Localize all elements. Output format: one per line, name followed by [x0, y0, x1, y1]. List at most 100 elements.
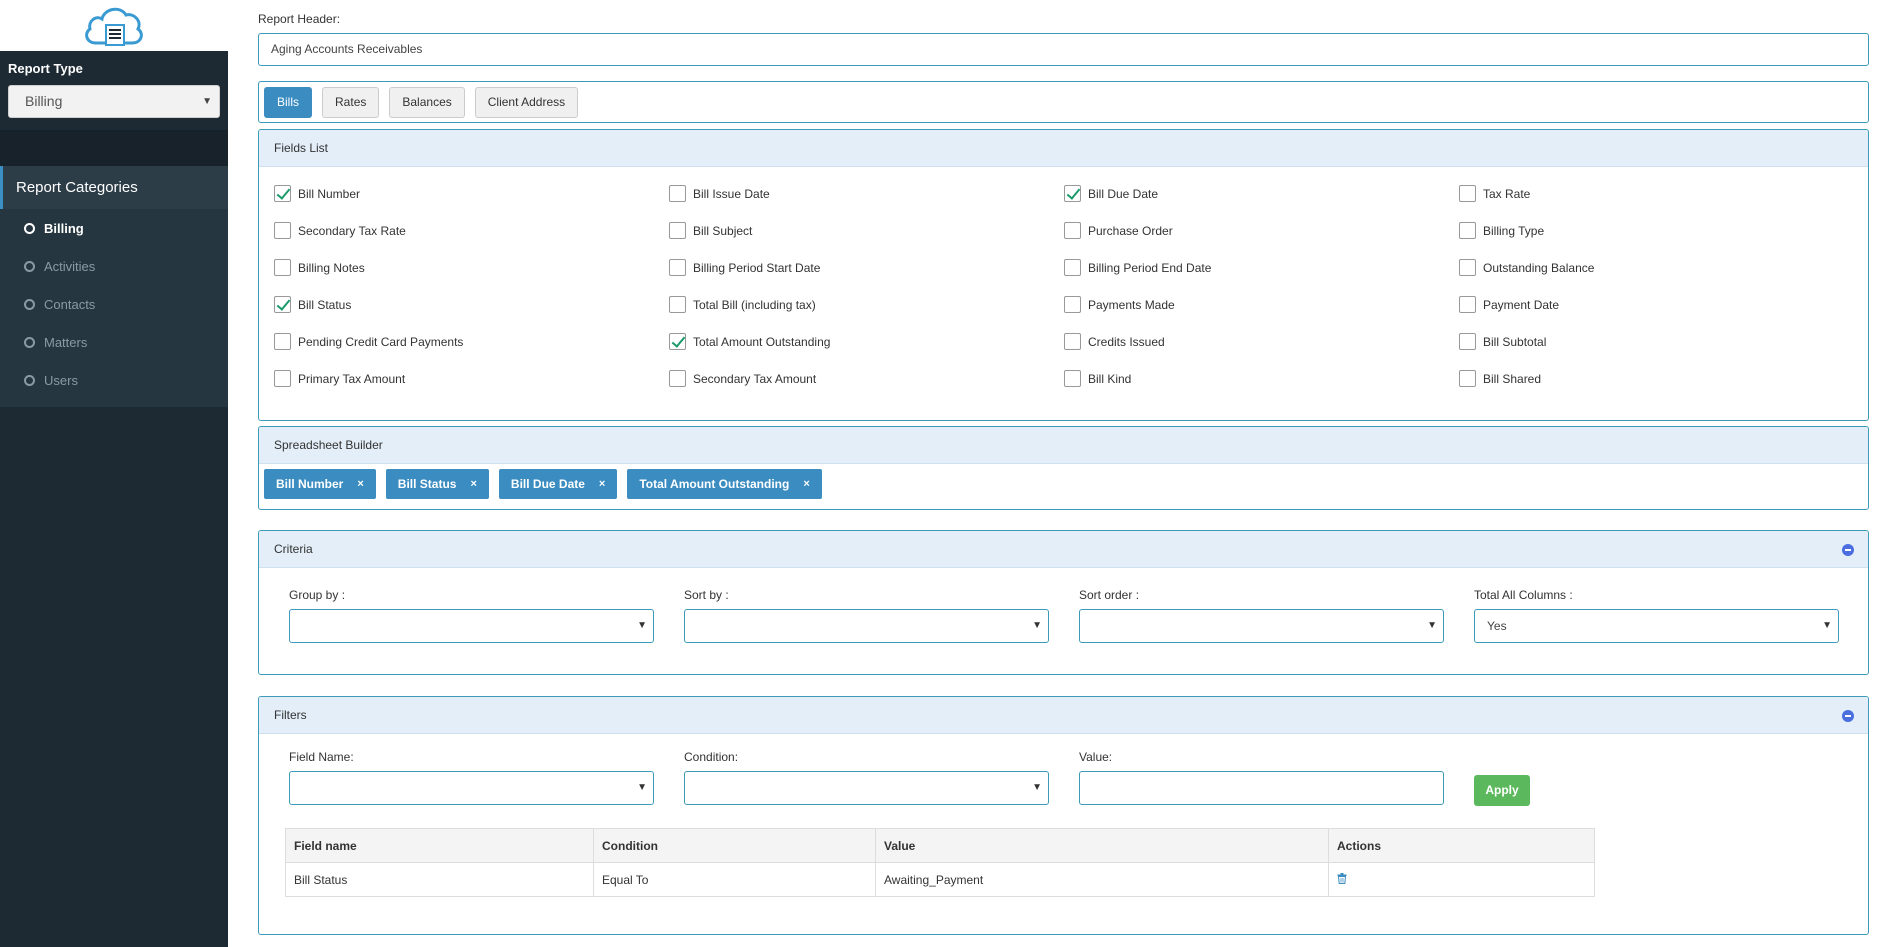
report-type-select[interactable]: Billing ▼ — [8, 85, 220, 118]
checkbox[interactable] — [274, 296, 291, 313]
col-actions: Actions — [1328, 828, 1595, 863]
criteria-form: Group by : ▼ Sort by : ▼ Sort order : ▼ … — [259, 568, 1868, 643]
tabs-bar: Bills Rates Balances Client Address — [258, 81, 1869, 123]
field-option[interactable]: Bill Issue Date — [669, 175, 1064, 212]
total-all-columns-value: Yes — [1487, 619, 1507, 633]
radio-icon — [24, 222, 35, 234]
checkbox[interactable] — [669, 185, 686, 202]
field-option[interactable]: Billing Period Start Date — [669, 249, 1064, 286]
condition-select[interactable]: ▼ — [684, 771, 1049, 805]
checkbox[interactable] — [1459, 333, 1476, 350]
field-option[interactable]: Tax Rate — [1459, 175, 1854, 212]
collapse-icon[interactable] — [1842, 544, 1854, 556]
value-input[interactable] — [1079, 771, 1444, 805]
field-option[interactable]: Bill Subtotal — [1459, 323, 1854, 360]
column-chip-label: Bill Status — [397, 477, 457, 491]
close-icon[interactable]: × — [599, 469, 605, 499]
category-contacts[interactable]: Contacts — [0, 285, 228, 323]
close-icon[interactable]: × — [357, 469, 363, 499]
checkbox[interactable] — [669, 222, 686, 239]
total-all-columns-select[interactable]: Yes ▼ — [1474, 609, 1839, 643]
apply-button[interactable]: Apply — [1474, 775, 1530, 806]
group-by-select[interactable]: ▼ — [289, 609, 654, 643]
field-option[interactable]: Bill Due Date — [1064, 175, 1459, 212]
checkbox[interactable] — [274, 222, 291, 239]
checkbox[interactable] — [1459, 222, 1476, 239]
sort-by-field: Sort by : ▼ — [684, 588, 1079, 643]
column-chip[interactable]: Bill Number × — [264, 469, 376, 499]
checkbox[interactable] — [1064, 370, 1081, 387]
chevron-down-icon: ▼ — [202, 96, 212, 107]
category-users[interactable]: Users — [0, 361, 228, 399]
trash-icon[interactable] — [1337, 872, 1347, 884]
report-header-input[interactable]: Aging Accounts Receivables — [258, 33, 1869, 66]
tab-rates[interactable]: Rates — [322, 87, 380, 118]
field-option[interactable]: Bill Subject — [669, 212, 1064, 249]
field-option[interactable]: Pending Credit Card Payments — [274, 323, 669, 360]
checkbox[interactable] — [1459, 185, 1476, 202]
sort-by-select[interactable]: ▼ — [684, 609, 1049, 643]
apply-col: Apply — [1474, 750, 1868, 806]
checkbox[interactable] — [1064, 259, 1081, 276]
field-option[interactable]: Bill Kind — [1064, 360, 1459, 397]
close-icon[interactable]: × — [470, 469, 476, 499]
field-option[interactable]: Billing Notes — [274, 249, 669, 286]
checkbox[interactable] — [274, 185, 291, 202]
field-option-label: Primary Tax Amount — [298, 371, 406, 386]
logo[interactable] — [0, 0, 228, 51]
checkbox[interactable] — [274, 259, 291, 276]
field-option[interactable]: Total Bill (including tax) — [669, 286, 1064, 323]
checkbox[interactable] — [669, 333, 686, 350]
checkbox[interactable] — [1459, 370, 1476, 387]
checkbox[interactable] — [1459, 259, 1476, 276]
field-option[interactable]: Credits Issued — [1064, 323, 1459, 360]
report-header-label: Report Header: — [258, 12, 341, 26]
checkbox[interactable] — [1064, 185, 1081, 202]
tab-bills[interactable]: Bills — [264, 87, 313, 118]
field-option[interactable]: Purchase Order — [1064, 212, 1459, 249]
category-activities[interactable]: Activities — [0, 247, 228, 285]
sort-order-field: Sort order : ▼ — [1079, 588, 1474, 643]
category-label: Users — [44, 372, 78, 388]
field-option[interactable]: Primary Tax Amount — [274, 360, 669, 397]
field-option[interactable]: Secondary Tax Rate — [274, 212, 669, 249]
category-billing[interactable]: Billing — [0, 209, 228, 247]
collapse-icon[interactable] — [1842, 710, 1854, 722]
checkbox[interactable] — [669, 259, 686, 276]
field-option[interactable]: Bill Shared — [1459, 360, 1854, 397]
checkbox[interactable] — [669, 370, 686, 387]
field-option[interactable]: Billing Type — [1459, 212, 1854, 249]
column-chip[interactable]: Total Amount Outstanding × — [627, 469, 822, 499]
close-icon[interactable]: × — [803, 469, 809, 499]
field-option[interactable]: Secondary Tax Amount — [669, 360, 1064, 397]
checkbox[interactable] — [274, 370, 291, 387]
filters-header: Filters — [259, 697, 1868, 734]
field-name-select[interactable]: ▼ — [289, 771, 654, 805]
column-chip[interactable]: Bill Status × — [385, 469, 489, 499]
group-by-field: Group by : ▼ — [289, 588, 684, 643]
checkbox[interactable] — [1459, 296, 1476, 313]
table-row: Bill Status Equal To Awaiting_Payment — [285, 862, 1595, 897]
field-option[interactable]: Payments Made — [1064, 286, 1459, 323]
tab-balances[interactable]: Balances — [389, 87, 465, 118]
checkbox[interactable] — [1064, 222, 1081, 239]
checkbox[interactable] — [1064, 333, 1081, 350]
radio-icon — [24, 374, 35, 386]
field-option-label: Bill Due Date — [1088, 186, 1159, 201]
field-option[interactable]: Total Amount Outstanding — [669, 323, 1064, 360]
category-matters[interactable]: Matters — [0, 323, 228, 361]
sort-order-select[interactable]: ▼ — [1079, 609, 1444, 643]
field-option[interactable]: Bill Status — [274, 286, 669, 323]
field-option[interactable]: Outstanding Balance — [1459, 249, 1854, 286]
field-option[interactable]: Billing Period End Date — [1064, 249, 1459, 286]
checkbox[interactable] — [274, 333, 291, 350]
field-option[interactable]: Payment Date — [1459, 286, 1854, 323]
condition-field: Condition: ▼ — [684, 750, 1079, 805]
checkbox[interactable] — [669, 296, 686, 313]
checkbox[interactable] — [1064, 296, 1081, 313]
tab-client-address[interactable]: Client Address — [474, 87, 579, 118]
field-option-label: Billing Type — [1483, 223, 1545, 238]
field-option-label: Billing Notes — [298, 260, 365, 275]
column-chip[interactable]: Bill Due Date × — [498, 469, 618, 499]
field-option[interactable]: Bill Number — [274, 175, 669, 212]
